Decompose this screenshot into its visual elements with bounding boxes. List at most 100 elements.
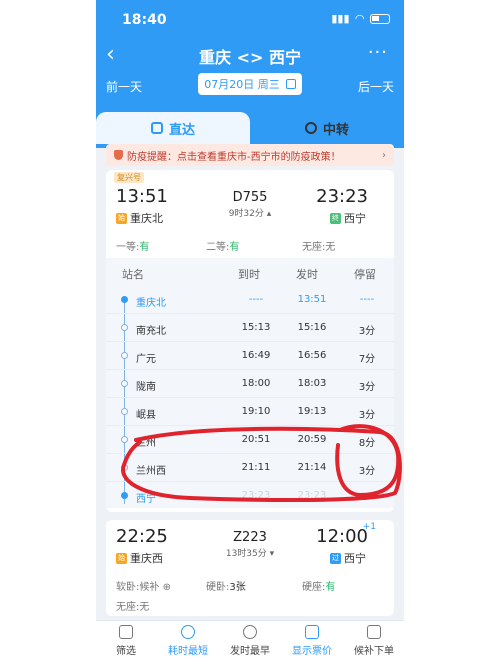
filter-icon [119, 625, 133, 639]
clock-24-icon [243, 625, 257, 639]
waitlist-order-label: 候补下单 [354, 646, 394, 657]
bottom-toolbar: 筛选 耗时最短 发时最早 显示票价 候补下单 [96, 620, 404, 667]
stop-depart: 20:59 [297, 434, 327, 445]
seat-second-class: 二等:有 [206, 238, 239, 253]
stop-name: 兰州西 [136, 466, 166, 477]
tab-direct[interactable]: 直达 [96, 112, 250, 144]
date-selector[interactable]: 07月20日 周三 [198, 73, 302, 95]
seat-label: 二等: [206, 242, 230, 253]
train-icon [150, 122, 163, 134]
seat-standing: 无座:无 [302, 238, 335, 253]
train-card-d755[interactable]: 复兴号 13:51 始 重庆北 D755 9时32分 ▴ 23:23 终 西宁 … [106, 170, 394, 512]
stop-depart: 15:16 [297, 322, 327, 333]
wifi-icon: ◠ [355, 12, 364, 25]
stop-row: 兰州 20:51 20:59 8分 [106, 426, 394, 454]
signal-icon: ▮▮▮ [331, 12, 350, 25]
phone-screen: 18:40 ▮▮▮ ◠ ‹ 重庆 <> 西宁 ··· 前一天 07月20日 周三… [96, 0, 404, 667]
seat-hard-sleeper: 硬卧:3张 [206, 578, 246, 593]
sort-shortest-label: 耗时最短 [168, 646, 208, 657]
clock-icon [181, 625, 195, 639]
stop-dot [121, 436, 128, 443]
stop-name: 陇南 [136, 382, 156, 393]
calendar-icon [285, 79, 296, 89]
transfer-icon [304, 122, 317, 134]
arrival-station-name: 西宁 [344, 212, 366, 225]
col-depart: 发时 [296, 268, 318, 281]
stop-dot [121, 296, 128, 303]
duration-value: 9时32分 [228, 209, 264, 219]
stop-name: 兰州 [136, 438, 156, 449]
stop-arrive: 19:10 [241, 406, 271, 417]
next-day-marker: +1 [362, 522, 376, 532]
arrival-time: 23:23 [316, 186, 368, 207]
date-label: 07月20日 周三 [204, 78, 280, 91]
epidemic-notice[interactable]: 防疫提醒：点击查看重庆市-西宁市的防疫政策！ › [106, 144, 394, 166]
seat-hard-seat: 硬座:有 [302, 578, 335, 593]
stop-name: 广元 [136, 354, 156, 365]
stop-name: 西宁 [136, 494, 156, 505]
train-card-z223[interactable]: 22:25 始 重庆西 Z223 13时35分 ▾ 12:00 +1 过 西宁 … [106, 520, 394, 616]
filter-label: 筛选 [116, 646, 136, 657]
sort-shortest-button[interactable]: 耗时最短 [158, 625, 218, 657]
stop-row: 南充北 15:13 15:16 3分 [106, 314, 394, 342]
seat-value: 有 [325, 582, 336, 593]
seat-label: 硬卧: [206, 582, 230, 593]
stop-arrive: 16:49 [241, 350, 271, 361]
seat-value: 无 [139, 602, 150, 613]
stop-row: 重庆北 ---- 13:51 ---- [106, 286, 394, 314]
col-station: 站名 [122, 268, 144, 281]
more-icon[interactable]: ··· [368, 42, 388, 63]
stop-stay: 3分 [358, 466, 376, 477]
battery-icon [370, 13, 390, 24]
stop-name: 重庆北 [136, 298, 166, 309]
sort-earliest-button[interactable]: 发时最早 [220, 625, 280, 657]
stop-dot [121, 464, 128, 471]
shield-icon [114, 150, 123, 160]
stop-depart: 23:23 [297, 490, 327, 501]
stop-name: 岷县 [136, 410, 156, 421]
stop-row: 广元 16:49 16:56 7分 [106, 342, 394, 370]
stop-dot [121, 380, 128, 387]
stop-stay: 3分 [358, 382, 376, 393]
prev-day-button[interactable]: 前一天 [106, 78, 142, 95]
route-tabs: 直达 中转 [96, 112, 404, 144]
stop-row: 岷县 19:10 19:13 3分 [106, 398, 394, 426]
show-price-button[interactable]: 显示票价 [282, 625, 342, 657]
seat-value: 有 [139, 242, 150, 253]
page-title: 重庆 <> 西宁 [199, 48, 301, 67]
stop-arrive: 20:51 [241, 434, 271, 445]
header: 18:40 ▮▮▮ ◠ ‹ 重庆 <> 西宁 ··· 前一天 07月20日 周三… [96, 0, 404, 148]
filter-button[interactable]: 筛选 [96, 625, 156, 657]
seat-value: 3张 [229, 582, 246, 593]
status-icons: ▮▮▮ ◠ [331, 12, 390, 25]
fuxing-badge: 复兴号 [114, 172, 144, 183]
stop-arrive: 15:13 [241, 322, 271, 333]
stop-stay: 3分 [358, 326, 376, 337]
stop-arrive: 18:00 [241, 378, 271, 389]
status-time: 18:40 [122, 12, 167, 28]
stop-dot [121, 324, 128, 331]
seat-value: 有 [229, 242, 240, 253]
stop-dot [121, 408, 128, 415]
next-day-button[interactable]: 后一天 [358, 78, 394, 95]
arrival-station: 过 西宁 [330, 550, 366, 566]
seat-label: 一等: [116, 242, 140, 253]
arrival-time: 12:00 [316, 526, 368, 547]
add-circle-icon[interactable]: ⊕ [163, 582, 171, 593]
notice-text: 防疫提醒：点击查看重庆市-西宁市的防疫政策！ [127, 151, 341, 163]
waitlist-order-button[interactable]: 候补下单 [344, 625, 404, 657]
tab-transfer-label: 中转 [322, 122, 349, 138]
seat-label: 硬座: [302, 582, 326, 593]
stop-depart: 18:03 [297, 378, 327, 389]
caret-up-icon: ▴ [266, 209, 272, 219]
stop-dot [121, 492, 128, 499]
tab-transfer[interactable]: 中转 [250, 112, 404, 144]
stop-dot [121, 352, 128, 359]
stop-stay: 8分 [358, 438, 376, 449]
stop-arrive: 23:23 [241, 490, 271, 501]
stop-name: 南充北 [136, 326, 166, 337]
seat-value: 无 [325, 242, 336, 253]
seat-first-class: 一等:有 [116, 238, 149, 253]
seat-standing: 无座:无 [116, 598, 149, 613]
show-price-label: 显示票价 [292, 646, 332, 657]
